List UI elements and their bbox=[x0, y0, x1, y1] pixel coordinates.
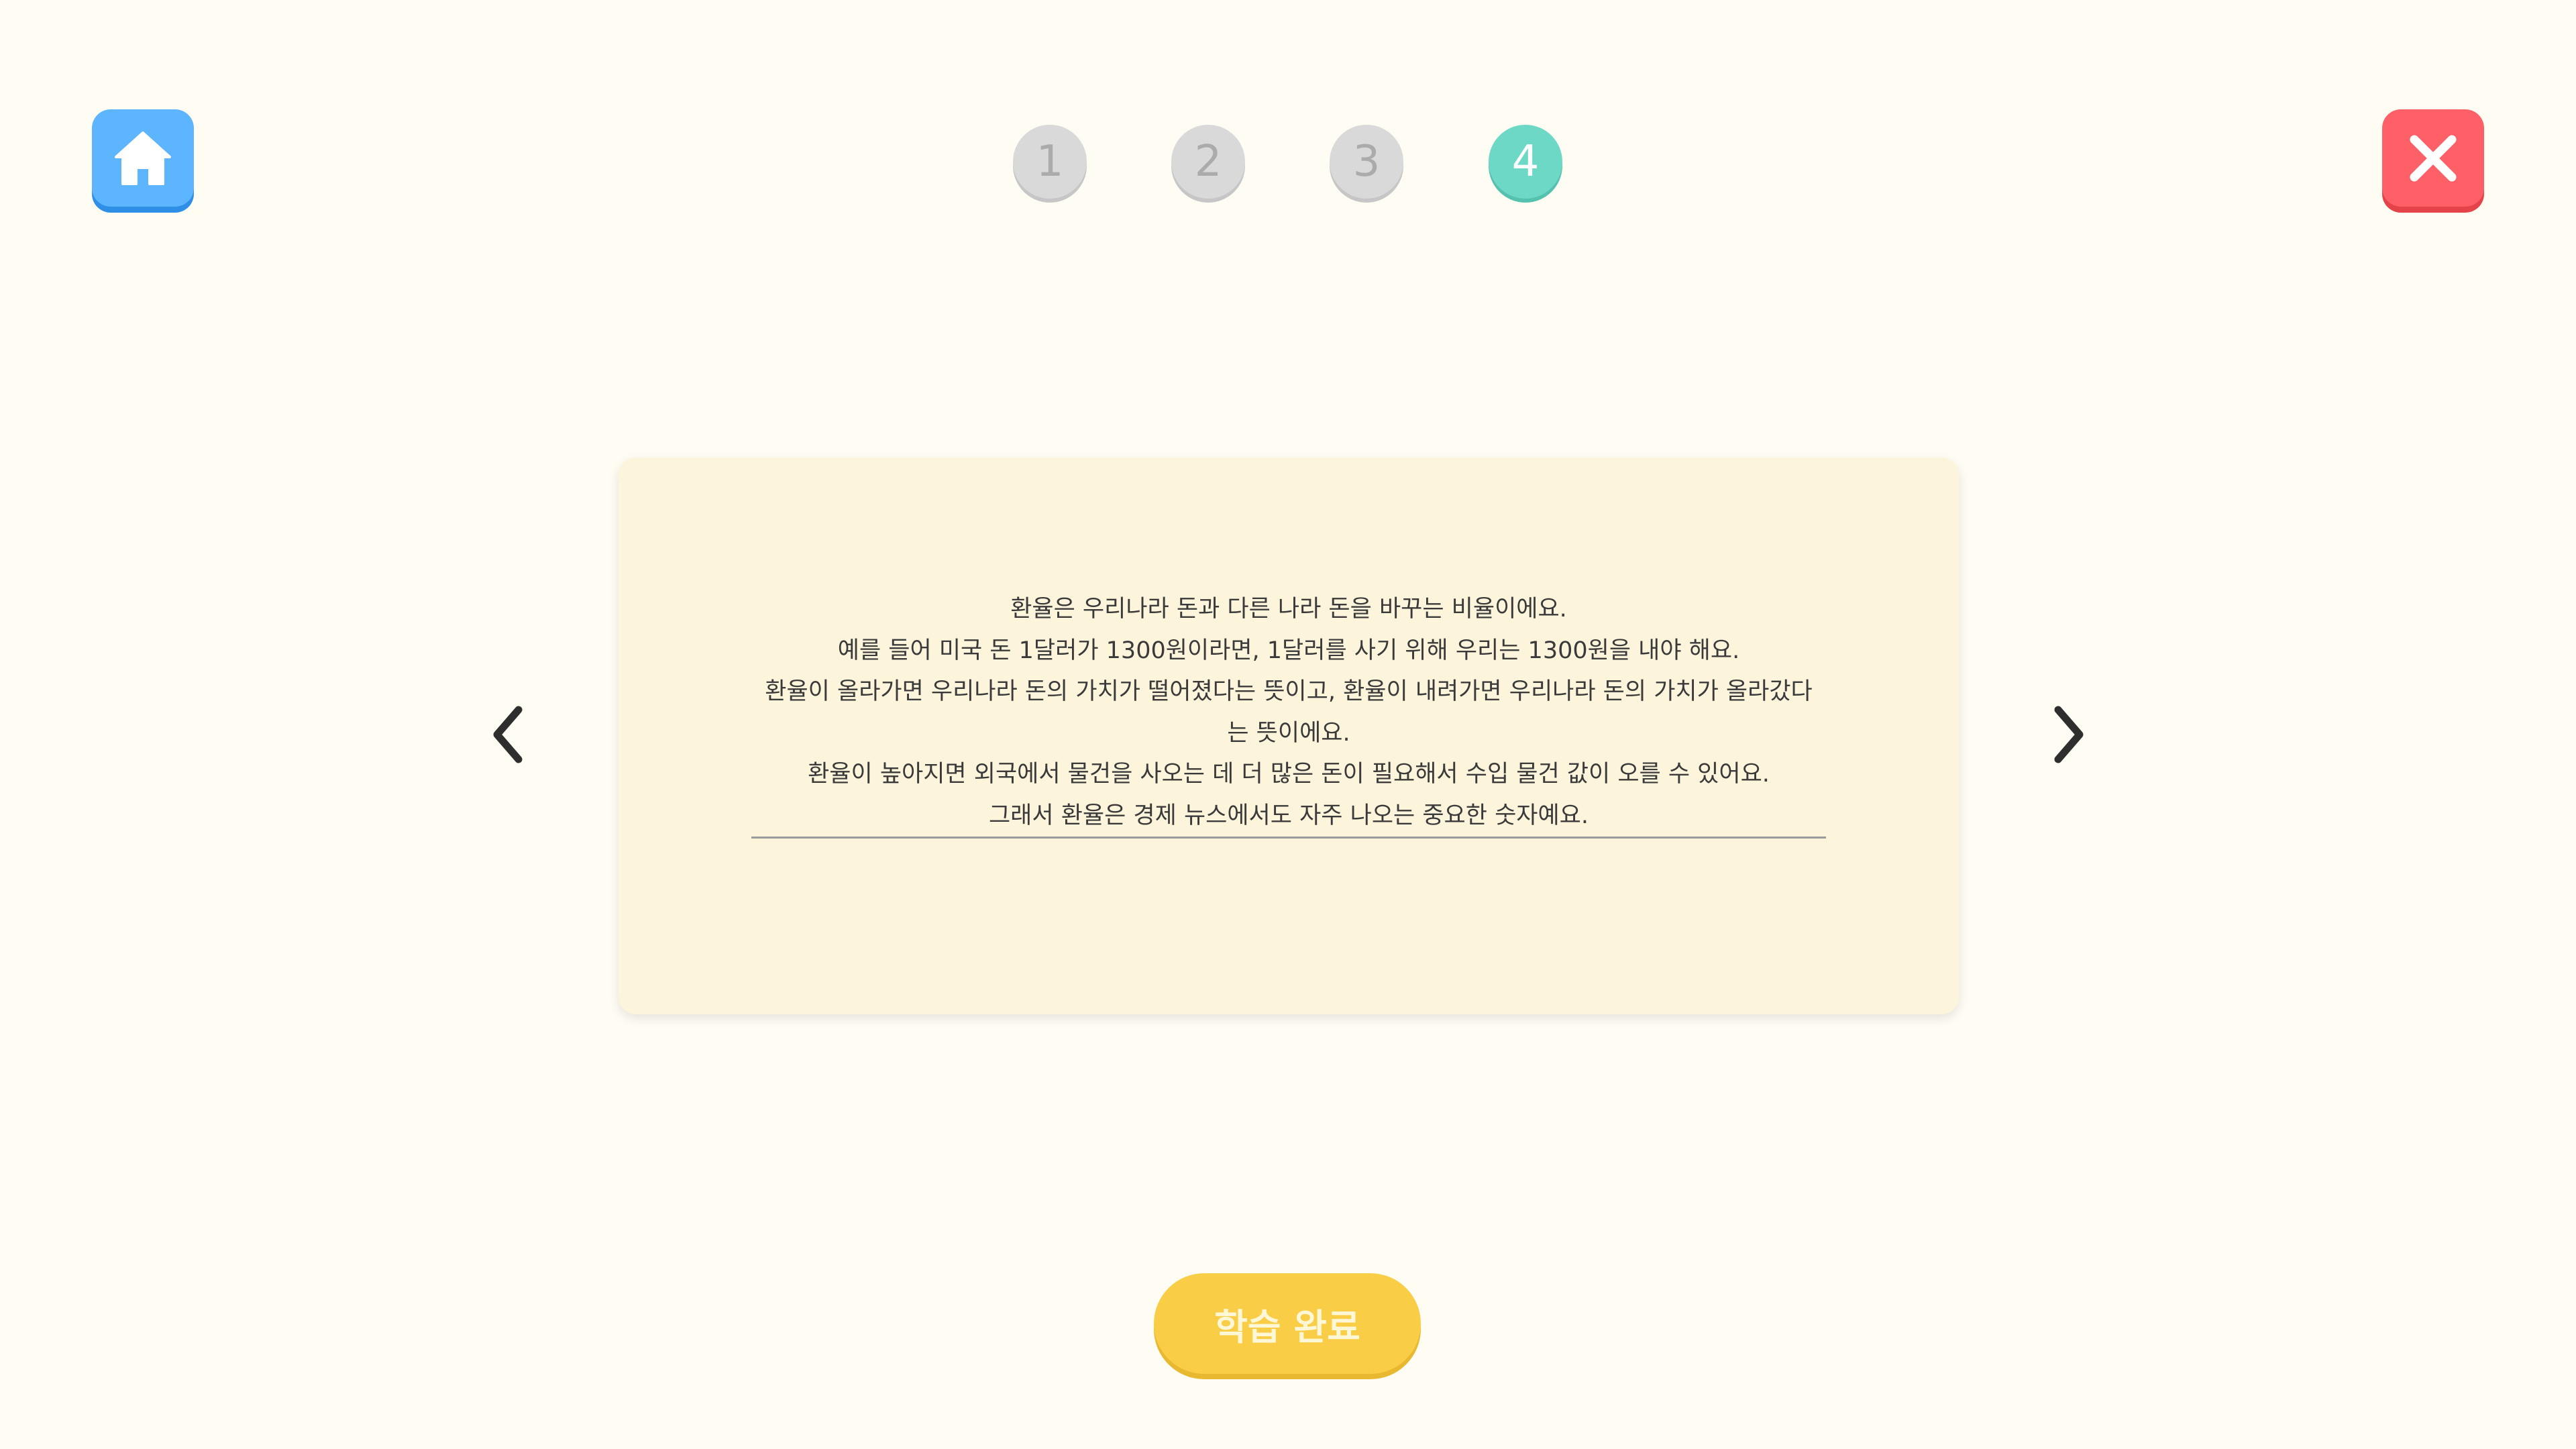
step-1[interactable]: 1 bbox=[1013, 125, 1087, 199]
complete-learning-button[interactable]: 학습 완료 bbox=[1154, 1273, 1421, 1374]
chevron-right-icon bbox=[2054, 706, 2084, 763]
home-button[interactable] bbox=[92, 109, 194, 207]
chevron-left-icon bbox=[493, 706, 523, 763]
card-line: 예를 들어 미국 돈 1달러가 1300원이라면, 1달러를 사기 위해 우리는… bbox=[837, 637, 1740, 664]
close-icon bbox=[2410, 135, 2457, 181]
card-text: 환율은 우리나라 돈과 다른 나라 돈을 바꾸는 비율이에요. 예를 들어 미국… bbox=[751, 589, 1826, 839]
close-button[interactable] bbox=[2382, 109, 2484, 207]
prev-button[interactable] bbox=[478, 704, 539, 765]
next-button[interactable] bbox=[2038, 704, 2098, 765]
card-line: 는 뜻이에요. bbox=[1227, 719, 1350, 747]
card-line: 환율이 높아지면 외국에서 물건을 사오는 데 더 많은 돈이 필요해서 수입 … bbox=[808, 761, 1770, 788]
card-line: 환율은 우리나라 돈과 다른 나라 돈을 바꾸는 비율이에요. bbox=[1010, 596, 1567, 623]
step-4[interactable]: 4 bbox=[1489, 125, 1562, 199]
card-line: 환율이 올라가면 우리나라 돈의 가치가 떨어졌다는 뜻이고, 환율이 내려가면… bbox=[765, 678, 1813, 705]
content-card: 환율은 우리나라 돈과 다른 나라 돈을 바꾸는 비율이에요. 예를 들어 미국… bbox=[619, 458, 1959, 1014]
home-icon bbox=[115, 131, 171, 185]
step-2[interactable]: 2 bbox=[1171, 125, 1245, 199]
card-line: 그래서 환율은 경제 뉴스에서도 자주 나오는 중요한 숫자예요. bbox=[988, 802, 1589, 829]
step-3[interactable]: 3 bbox=[1330, 125, 1403, 199]
